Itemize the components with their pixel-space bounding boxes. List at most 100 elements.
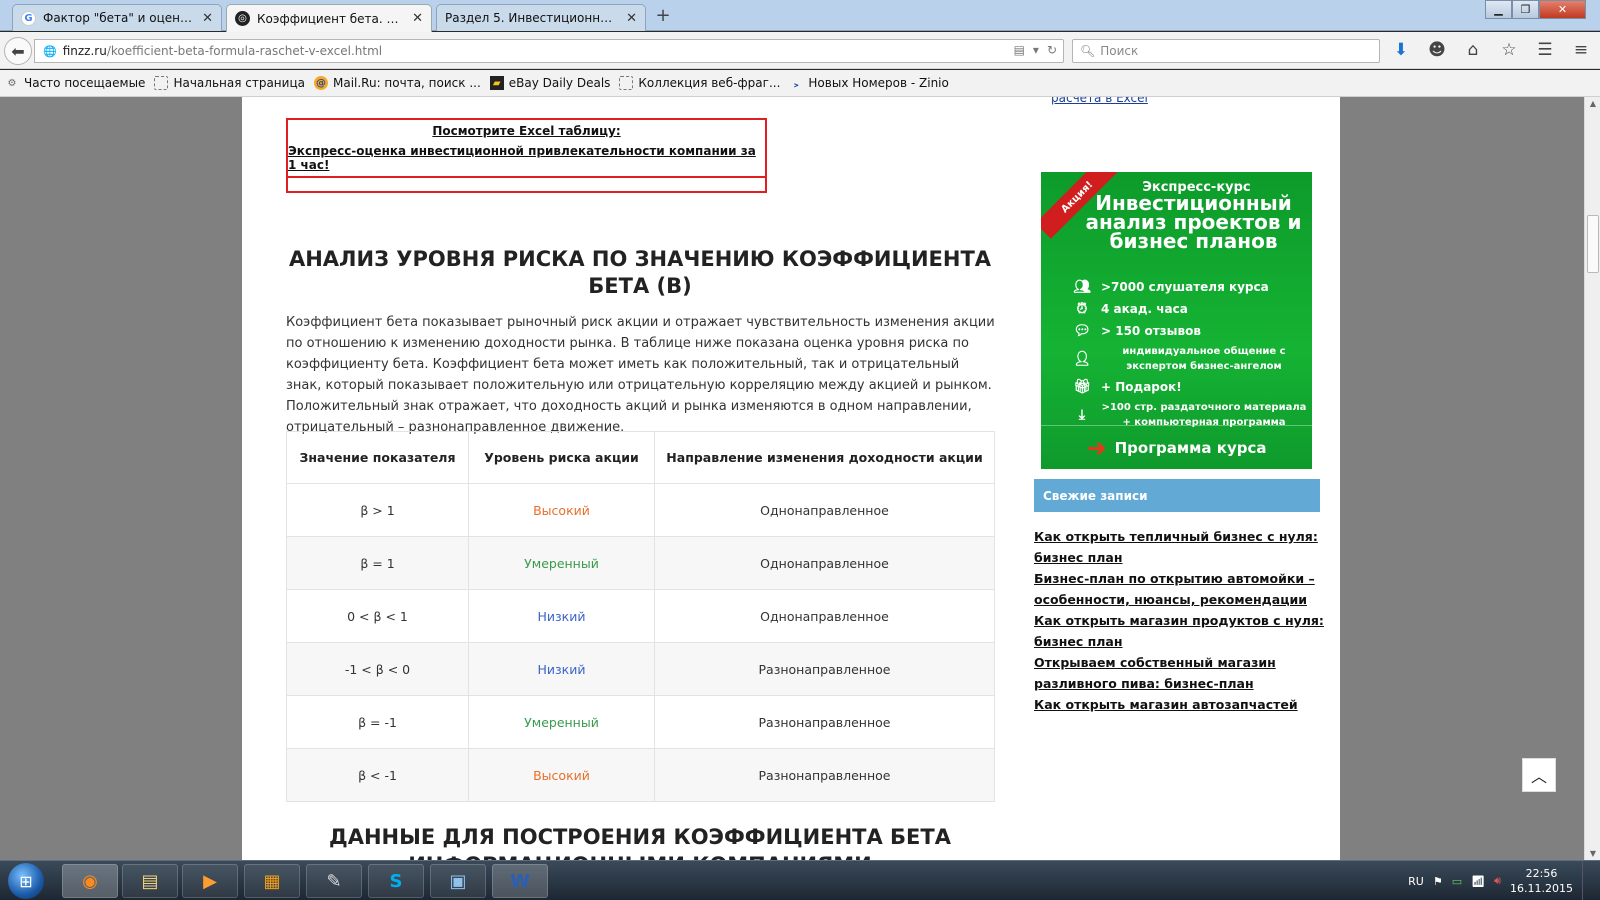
close-tab-icon[interactable]: ✕ <box>412 11 423 26</box>
tray-network-icon[interactable]: 📶︎ <box>1471 875 1485 888</box>
table-row: β < -1 Высокий Разнонаправленное <box>286 748 995 802</box>
bookmark-mailru[interactable]: @ Mail.Ru: почта, поиск ... <box>313 76 481 90</box>
search-input[interactable]: 🔍︎ Поиск <box>1072 39 1380 63</box>
direction-cell: Разнонаправленное <box>654 695 995 749</box>
word-taskbar-icon[interactable]: W <box>492 864 548 898</box>
tray-flag-icon[interactable]: ⚑ <box>1433 875 1443 888</box>
skype-taskbar-icon[interactable]: S <box>368 864 424 898</box>
page-scrollbar[interactable]: ▲ ▼ <box>1584 97 1600 860</box>
address-bar[interactable]: 🌐 finzz.ru/koefficient-beta-formula-rasc… <box>34 39 1064 63</box>
recent-post-link[interactable]: Как открыть тепличный бизнес с нуля: биз… <box>1034 526 1324 568</box>
beta-value-cell: β = 1 <box>286 536 469 590</box>
bookmark-ebay[interactable]: ▰ eBay Daily Deals <box>489 76 610 90</box>
close-tab-icon[interactable]: ✕ <box>626 11 637 26</box>
person-icon: 👤︎ <box>1073 351 1091 367</box>
tab-koefficient-beta[interactable]: ◎ Коэффициент бета. Форм... ✕ <box>226 4 432 32</box>
explorer-taskbar-icon[interactable]: ▤ <box>122 864 178 898</box>
new-tab-button[interactable]: + <box>652 5 674 26</box>
search-icon: 🔍︎ <box>1080 44 1096 58</box>
course-promo-banner[interactable]: Акция! Экспресс-курс Инвестиционный анал… <box>1041 172 1312 469</box>
table-header-row: Значение показателя Уровень риска акции … <box>286 431 995 484</box>
table-row: β = -1 Умеренный Разнонаправленное <box>286 695 995 749</box>
beta-description-paragraph: Коэффициент бета показывает рыночный рис… <box>286 315 995 435</box>
close-tab-icon[interactable]: ✕ <box>202 11 213 26</box>
promo-link-excel[interactable]: Экспресс-оценка инвестиционной привлекат… <box>288 144 765 172</box>
minimize-button[interactable]: ▁ <box>1485 0 1512 19</box>
scroll-up-arrow-icon[interactable]: ▲ <box>1585 99 1600 108</box>
gear-icon: ⚙ <box>7 77 17 89</box>
direction-cell: Разнонаправленное <box>654 642 995 696</box>
system-clock[interactable]: 22:56 16.11.2015 <box>1510 866 1573 896</box>
zinio-icon: ﹥ <box>791 79 802 91</box>
globe-icon: 🌐 <box>43 44 57 58</box>
close-window-button[interactable]: ✕ <box>1539 0 1586 19</box>
clock-date: 16.11.2015 <box>1510 882 1573 895</box>
reload-icon[interactable]: ↻ <box>1047 43 1057 57</box>
recent-post-link[interactable]: Бизнес-план по открытию автомойки – особ… <box>1034 568 1324 610</box>
back-button[interactable]: ⬅ <box>4 37 32 65</box>
risk-level-cell: Высокий <box>468 748 655 802</box>
media-player-taskbar-icon[interactable]: ▶ <box>182 864 238 898</box>
bookmark-start-page[interactable]: Начальная страница <box>154 76 305 90</box>
bookmark-most-visited[interactable]: ⚙ Часто посещаемые <box>5 76 146 90</box>
direction-cell: Однонаправленное <box>654 483 995 537</box>
chat-icon[interactable]: ☻ <box>1426 40 1448 60</box>
course-program-button[interactable]: ➜ Программа курса <box>1041 425 1312 469</box>
bookmarks-list-icon[interactable]: ☰ <box>1534 40 1556 60</box>
banner-feature: 💬︎ > 150 отзывов <box>1071 322 1307 340</box>
dropdown-arrow-icon[interactable]: ▾ <box>1033 43 1039 57</box>
promo-link-title[interactable]: Посмотрите Excel таблицу: <box>432 124 620 138</box>
recent-post-link[interactable]: Как открыть магазин автозапчастей <box>1034 694 1324 715</box>
scrollbar-thumb[interactable] <box>1587 215 1599 273</box>
download-icon[interactable]: ⬇ <box>1390 40 1412 60</box>
banner-feature: ⏰︎ 4 акад. часа <box>1071 300 1307 318</box>
chat-icon: 💬︎ <box>1073 323 1091 339</box>
column-header: Направление изменения доходности акции <box>654 431 995 484</box>
clock-time: 22:56 <box>1525 867 1558 880</box>
beta-value-cell: β = -1 <box>286 695 469 749</box>
page-icon <box>154 76 169 90</box>
scroll-down-arrow-icon[interactable]: ▼ <box>1585 849 1600 858</box>
url-path: /koefficient-beta-formula-raschet-v-exce… <box>106 44 383 58</box>
cta-label: Программа курса <box>1114 438 1267 457</box>
menu-icon[interactable]: ≡ <box>1570 40 1592 60</box>
bookmark-star-icon[interactable]: ☆ <box>1498 40 1520 60</box>
sidebar-link-excel[interactable]: расчета в Excel <box>1051 97 1148 105</box>
browser-titlebar: G Фактор "бета" и оценка д... ✕ ◎ Коэффи… <box>0 0 1600 32</box>
firefox-taskbar-icon[interactable]: ◉ <box>62 864 118 898</box>
table-row: β = 1 Умеренный Однонаправленное <box>286 536 995 590</box>
banner-feature-text: + Подарок! <box>1101 380 1182 394</box>
notes-taskbar-icon[interactable]: ✎ <box>306 864 362 898</box>
address-bar-icons: ▤ ▾ ↻ <box>1014 43 1057 57</box>
direction-cell: Разнонаправленное <box>654 748 995 802</box>
tab-factor-beta[interactable]: G Фактор "бета" и оценка д... ✕ <box>12 4 222 31</box>
risk-level-cell: Высокий <box>468 483 655 537</box>
reader-view-icon[interactable]: ▤ <box>1014 43 1025 57</box>
tab-label: Коэффициент бета. Форм... <box>257 11 406 26</box>
bookmark-zinio[interactable]: ﹥ Новых Номеров - Zinio <box>789 76 949 91</box>
banner-feature-text: >7000 слушателя курса <box>1101 280 1269 294</box>
recent-post-link[interactable]: Открываем собственный магазин разливного… <box>1034 652 1324 694</box>
start-button[interactable]: ⊞ <box>8 863 44 899</box>
language-indicator[interactable]: RU <box>1408 875 1424 888</box>
page-icon <box>619 76 634 90</box>
toolbar-buttons: ⬇ ☻ ⌂ ☆ ☰ ≡ <box>1390 40 1592 60</box>
tab-razdel-5[interactable]: Раздел 5. Инвестиционные ри... ✕ <box>436 4 646 31</box>
restore-button[interactable]: ❐ <box>1512 0 1539 19</box>
recent-post-link[interactable]: Как открыть магазин продуктов с нуля: би… <box>1034 610 1324 652</box>
risk-level-cell: Умеренный <box>468 695 655 749</box>
show-desktop-button[interactable] <box>1582 861 1592 900</box>
control-panel-taskbar-icon[interactable]: ▣ <box>430 864 486 898</box>
table-row: β > 1 Высокий Однонаправленное <box>286 483 995 537</box>
bookmark-label: Новых Номеров - Zinio <box>808 76 949 90</box>
bookmark-web-slices[interactable]: Коллекция веб-фраг... <box>619 76 780 90</box>
page-viewport: расчета в Excel Посмотрите Excel таблицу… <box>0 97 1584 860</box>
tab-label: Фактор "бета" и оценка д... <box>43 11 196 25</box>
risk-level-cell: Умеренный <box>468 536 655 590</box>
tray-volume-icon[interactable]: 🔊︎ <box>1494 874 1501 888</box>
app-grid-taskbar-icon[interactable]: ▦ <box>244 864 300 898</box>
home-icon[interactable]: ⌂ <box>1462 40 1484 60</box>
column-header: Уровень риска акции <box>468 431 655 484</box>
scroll-to-top-button[interactable]: ︿ <box>1522 758 1556 792</box>
tray-battery-icon[interactable]: ▭ <box>1452 875 1462 888</box>
